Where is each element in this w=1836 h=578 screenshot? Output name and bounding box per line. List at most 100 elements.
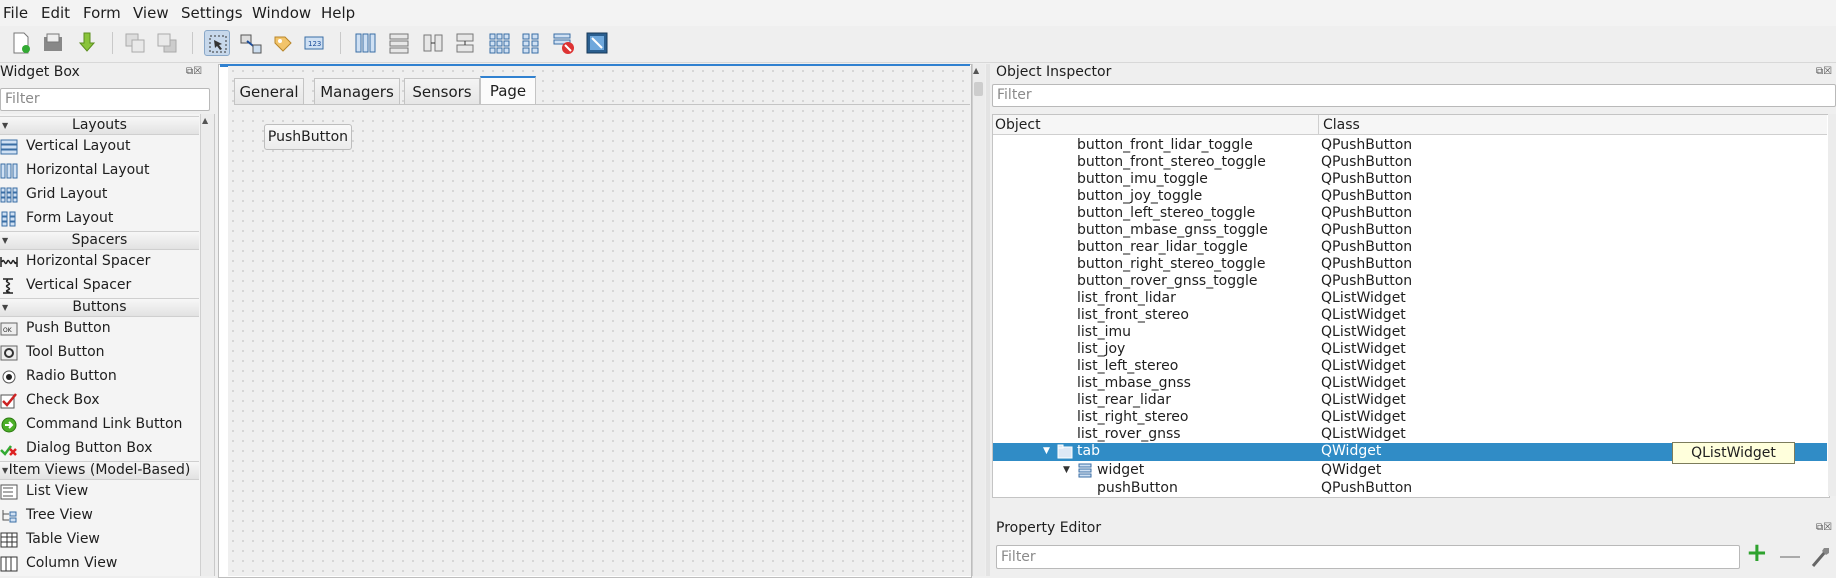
edit-signals-icon[interactable] [238,30,264,56]
open-form-icon[interactable] [40,30,66,56]
tree-row[interactable]: list_imu QListWidget [993,324,1827,341]
dock-splitter[interactable] [986,64,990,576]
add-dynamic-property-icon[interactable]: + [1746,538,1768,568]
column-header-class[interactable]: Class [1319,115,1827,135]
send-to-back-icon[interactable] [122,30,148,56]
object-tree-scrollbar[interactable] [1828,114,1836,496]
configure-icon[interactable] [1810,545,1832,569]
tree-row[interactable]: button_joy_toggle QPushButton [993,188,1827,205]
layout-horizontal-icon[interactable] [352,30,378,56]
tree-row[interactable]: button_rear_lidar_toggle QPushButton [993,239,1827,256]
tree-row[interactable]: button_rover_gnss_toggle QPushButton [993,273,1827,290]
tree-row[interactable]: button_right_stereo_toggle QPushButton [993,256,1827,273]
tree-row[interactable]: list_rear_lidar QListWidget [993,392,1827,409]
layout-grid-icon[interactable] [486,30,512,56]
column-header-object[interactable]: Object [993,115,1319,135]
save-form-icon[interactable] [74,30,100,56]
widget-box-filter[interactable]: Filter [0,88,210,111]
edit-tab-order-icon[interactable]: 123 [302,30,328,56]
object-name: button_front_stereo_toggle [1077,154,1266,170]
tab-page[interactable]: Page [480,76,536,105]
category-spacers[interactable]: ▼ Spacers [0,231,199,250]
scroll-up-icon[interactable]: ▲ [202,116,208,125]
item-label: Form Layout [26,210,114,226]
tab-general[interactable]: General [234,78,304,104]
tree-row[interactable]: list_joy QListWidget [993,341,1827,358]
item-vertical-spacer[interactable]: Vertical Spacer [0,275,199,297]
layout-vertical-icon[interactable] [386,30,412,56]
tree-row[interactable]: list_left_stereo QListWidget [993,358,1827,375]
item-tree-view[interactable]: Tree View [0,505,199,527]
item-check-box[interactable]: Check Box [0,390,199,412]
tree-row[interactable]: button_left_stereo_toggle QPushButton [993,205,1827,222]
item-push-button[interactable]: OK Push Button [0,318,199,340]
adjust-size-icon[interactable] [584,30,610,56]
tree-row[interactable]: button_mbase_gnss_toggle QPushButton [993,222,1827,239]
menu-edit[interactable]: Edit [41,4,70,22]
new-form-icon[interactable] [8,30,34,56]
object-name: button_mbase_gnss_toggle [1077,222,1268,238]
form-scrollbar[interactable] [972,64,985,576]
widget-box-scrollbar[interactable] [200,114,214,576]
tree-row[interactable]: list_rover_gnss QListWidget [993,426,1827,443]
dock-float-close-icon[interactable]: ⧉☒ [186,66,202,77]
tab-managers[interactable]: Managers [314,78,400,104]
category-buttons[interactable]: ▼ Buttons [0,298,199,317]
object-class: QPushButton [1321,137,1413,153]
item-table-view[interactable]: Table View [0,529,199,551]
tree-row[interactable]: list_front_lidar QListWidget [993,290,1827,307]
item-label: Vertical Layout [26,138,131,154]
menu-window[interactable]: Window [252,4,311,22]
tree-row-widget[interactable]: ▼ widget QWidget [993,462,1827,479]
property-editor-filter[interactable]: Filter [996,545,1740,569]
item-horizontal-spacer[interactable]: Horizontal Spacer [0,251,199,273]
layout-vertical-splitter-icon[interactable] [452,30,478,56]
category-item-views[interactable]: ▼ Item Views (Model-Based) [0,461,199,480]
tab-sensors[interactable]: Sensors [404,78,480,104]
category-layouts[interactable]: ▼ Layouts [0,116,199,135]
break-layout-icon[interactable] [550,30,576,56]
tree-row[interactable]: list_right_stereo QListWidget [993,409,1827,426]
svg-text:OK: OK [3,327,13,334]
menu-help[interactable]: Help [321,4,355,22]
item-vertical-layout[interactable]: Vertical Layout [0,136,199,158]
item-command-link-button[interactable]: Command Link Button [0,414,199,436]
item-column-view[interactable]: Column View [0,553,199,575]
item-radio-button[interactable]: Radio Button [0,366,199,388]
item-tool-button[interactable]: Tool Button [0,342,199,364]
bring-to-front-icon[interactable] [154,30,180,56]
edit-buddies-icon[interactable] [270,30,296,56]
collapse-arrow-icon[interactable]: ▼ [1043,443,1050,460]
item-grid-layout[interactable]: Grid Layout [0,184,199,206]
tree-row[interactable]: button_front_lidar_toggle QPushButton [993,137,1827,154]
item-label: List View [26,483,89,499]
tree-row[interactable]: list_front_stereo QListWidget [993,307,1827,324]
tree-row[interactable]: button_imu_toggle QPushButton [993,171,1827,188]
menu-file[interactable]: File [3,4,28,22]
remove-dynamic-property-icon[interactable] [1780,556,1800,558]
tree-row[interactable]: list_mbase_gnss QListWidget [993,375,1827,392]
layout-horizontal-splitter-icon[interactable] [420,30,446,56]
scroll-thumb[interactable] [974,82,983,96]
item-list-view[interactable]: List View [0,481,199,503]
dock-float-close-icon[interactable]: ⧉☒ [1816,522,1832,533]
object-inspector-filter[interactable]: Filter [992,84,1836,107]
tree-row-pushbutton[interactable]: pushButton QPushButton [993,480,1827,497]
item-dialog-button-box[interactable]: Dialog Button Box [0,438,199,460]
layout-form-icon[interactable] [518,30,544,56]
object-class: QListWidget [1321,426,1406,442]
collapse-arrow-icon[interactable]: ▼ [1063,462,1070,479]
object-name: widget [1097,462,1145,478]
collapse-arrow-icon: ▼ [2,303,9,312]
tree-row[interactable]: button_front_stereo_toggle QPushButton [993,154,1827,171]
edit-widgets-icon[interactable] [204,30,230,56]
item-horizontal-layout[interactable]: Horizontal Layout [0,160,199,182]
menu-form[interactable]: Form [83,4,121,22]
form-push-button[interactable]: PushButton [264,124,352,150]
menu-view[interactable]: View [133,4,169,22]
item-form-layout[interactable]: Form Layout [0,208,199,230]
item-label: Tree View [26,507,93,523]
menu-settings[interactable]: Settings [181,4,243,22]
dock-float-close-icon[interactable]: ⧉☒ [1816,66,1832,77]
scroll-up-icon[interactable]: ▲ [973,66,979,75]
